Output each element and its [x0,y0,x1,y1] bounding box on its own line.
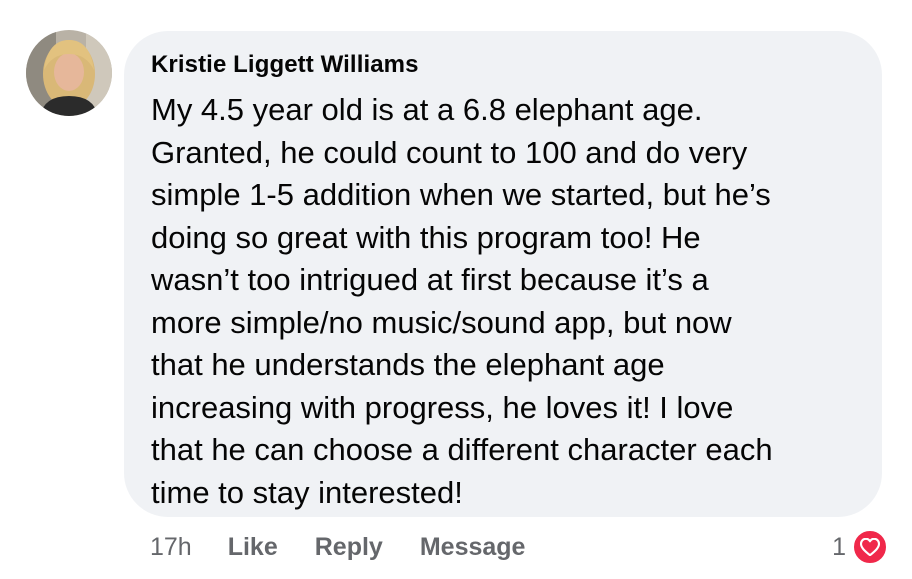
comment-author-name[interactable]: Kristie Liggett Williams [151,48,862,82]
reaction-summary[interactable]: 1 [832,529,888,565]
avatar-photo [26,30,112,116]
comment-timestamp[interactable]: 17h [150,533,192,562]
comment-text: My 4.5 year old is at a 6.8 elephant age… [151,92,773,510]
comment-bubble: Kristie Liggett Williams My 4.5 year old… [124,31,882,517]
reply-button[interactable]: Reply [315,533,383,562]
heart-icon [852,529,888,565]
like-button[interactable]: Like [228,533,278,562]
message-button[interactable]: Message [420,533,526,562]
reaction-count: 1 [832,532,846,561]
avatar[interactable] [26,30,112,116]
comment-actions: 17h Like Reply Message [150,530,562,564]
